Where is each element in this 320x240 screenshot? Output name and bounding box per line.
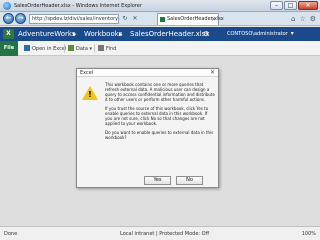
user-menu[interactable]: CONTOSO\administrator ▾	[227, 30, 294, 38]
open-in-excel-label: Open in Excel	[32, 46, 67, 52]
find-icon	[98, 45, 104, 51]
ribbon-divider	[64, 44, 65, 53]
no-button[interactable]: No	[176, 176, 203, 185]
browser-tab[interactable]: SalesOrderHeader.xlsx ✕	[157, 13, 224, 25]
excel-tab-icon	[160, 17, 165, 22]
dialog-title: Excel	[80, 70, 94, 76]
open-in-excel-icon	[24, 45, 30, 51]
yes-button[interactable]: Yes	[144, 176, 171, 185]
data-menu-button[interactable]: Data ▾	[68, 45, 92, 53]
home-icon[interactable]: ⌂	[291, 15, 295, 23]
status-text: Done	[4, 231, 18, 237]
dialog-title-bar: Excel ✕	[77, 69, 218, 77]
suite-bar: X AdventureWorks ▸ Workbooks ▸ SalesOrde…	[0, 27, 320, 41]
settings-gear-icon[interactable]: ⚙	[203, 30, 209, 38]
breadcrumb-separator-icon: ▸	[119, 30, 123, 38]
breadcrumb-site[interactable]: AdventureWorks	[18, 30, 76, 38]
internet-explorer-icon	[3, 2, 11, 10]
close-window-button[interactable]: ✕	[298, 1, 318, 10]
data-icon	[68, 45, 74, 51]
breadcrumb-library[interactable]: Workbooks	[84, 30, 122, 38]
tab-close-icon[interactable]: ✕	[211, 14, 216, 25]
breadcrumb-file: SalesOrderHeader.xlsx	[130, 30, 210, 38]
window-controls: – □ ✕	[270, 1, 318, 10]
user-name: CONTOSO\administrator	[227, 31, 288, 37]
warning-exclamation: !	[88, 90, 92, 99]
zoom-level[interactable]: 100%	[302, 231, 316, 237]
stop-icon[interactable]: ✕	[131, 15, 139, 23]
address-bar-row: ← → http://spdev.lz/divi/sales/inventory…	[0, 12, 320, 26]
dialog-question: Do you want to enable queries to externa…	[105, 130, 214, 140]
dialog-paragraph: If you trust the source of this workbook…	[105, 106, 209, 126]
ribbon-divider	[94, 44, 95, 53]
excel-logo-icon: X	[3, 29, 14, 39]
data-menu-label: Data ▾	[76, 46, 93, 52]
find-label: Find	[106, 46, 117, 52]
open-in-excel-button[interactable]: Open in Excel	[24, 45, 66, 53]
window-title-bar: SalesOrderHeader.xlsx - Windows Internet…	[0, 0, 320, 12]
tools-icon[interactable]: ⚙	[310, 15, 316, 23]
find-button[interactable]: Find	[98, 45, 116, 53]
forward-button[interactable]: →	[15, 13, 26, 24]
dialog-close-icon[interactable]: ✕	[210, 69, 215, 76]
security-zone: Local intranet | Protected Mode: Off	[120, 231, 210, 237]
status-bar: Done Local intranet | Protected Mode: Of…	[0, 226, 320, 240]
breadcrumb-separator-icon: ▸	[73, 30, 77, 38]
minimize-button[interactable]: –	[270, 1, 283, 10]
file-tab[interactable]: File	[0, 41, 18, 56]
chevron-down-icon: ▾	[290, 30, 294, 37]
refresh-icon[interactable]: ↻	[121, 15, 129, 23]
address-input[interactable]: http://spdev.lz/divi/sales/inventory/_la…	[29, 14, 119, 24]
maximize-button[interactable]: □	[284, 1, 297, 10]
address-actions: ↻ ✕	[121, 15, 139, 23]
window-title: SalesOrderHeader.xlsx - Windows Internet…	[14, 3, 142, 9]
dialog-paragraph: This workbook contains one or more queri…	[105, 82, 215, 102]
dialog-message: This workbook contains one or more queri…	[105, 82, 215, 144]
external-data-dialog: Excel ✕ ! This workbook contains one or …	[76, 68, 219, 188]
excel-ribbon: File Open in Excel Data ▾ Find	[0, 41, 320, 56]
back-button[interactable]: ←	[3, 13, 14, 24]
favorites-icon[interactable]: ☆	[299, 15, 305, 23]
browser-toolbar-icons: ⌂ ☆ ⚙	[291, 15, 316, 23]
